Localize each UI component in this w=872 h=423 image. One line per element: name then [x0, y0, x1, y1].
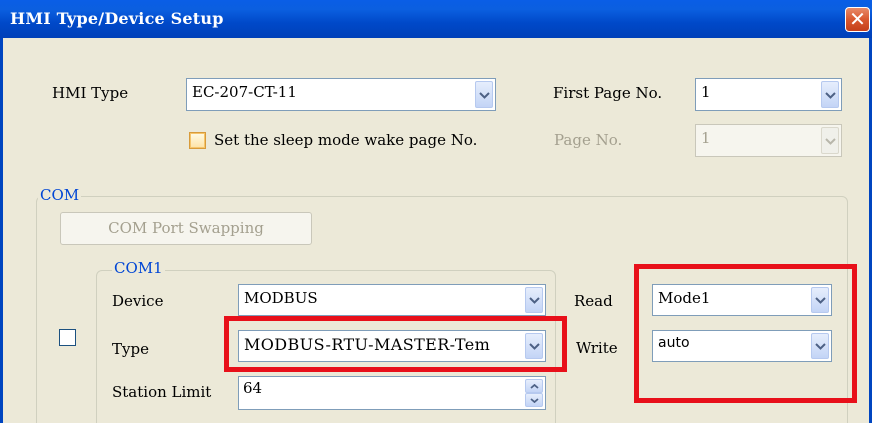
device-label: Device: [112, 292, 164, 310]
device-value: MODBUS: [244, 289, 318, 307]
title-bar: HMI Type/Device Setup ✕: [0, 0, 872, 38]
chevron-down-icon: [825, 91, 836, 99]
sleep-mode-checkbox[interactable]: [189, 132, 206, 149]
spin-down-icon: [530, 398, 539, 403]
read-write-highlight-box: [634, 264, 857, 403]
chevron-down-icon: [825, 137, 836, 145]
sleep-mode-label: Set the sleep mode wake page No.: [214, 131, 478, 149]
device-dropdown-button[interactable]: [525, 287, 543, 313]
close-icon: ✕: [849, 7, 866, 31]
device-select[interactable]: MODBUS: [238, 284, 546, 316]
com1-enable-checkbox[interactable]: [59, 329, 76, 346]
first-page-select[interactable]: 1: [695, 78, 842, 111]
page-no-label: Page No.: [554, 131, 623, 149]
hmi-type-select[interactable]: EC-207-CT-11: [186, 78, 496, 111]
type-highlight-box: [224, 316, 567, 372]
com1-group-title: COM1: [112, 259, 165, 277]
hmi-type-label: HMI Type: [52, 84, 129, 102]
com-group-title: COM: [38, 186, 82, 204]
window-title: HMI Type/Device Setup: [10, 9, 224, 28]
window-frame-left: [0, 38, 3, 423]
type-label: Type: [112, 340, 149, 358]
page-no-select[interactable]: 1: [695, 124, 842, 157]
first-page-value: 1: [701, 83, 711, 101]
spin-up-button[interactable]: [525, 379, 543, 393]
station-limit-label: Station Limit: [112, 383, 212, 401]
write-label: Write: [576, 339, 618, 357]
page-no-value: 1: [701, 129, 711, 147]
spin-down-button[interactable]: [525, 393, 543, 407]
station-limit-value: 64: [243, 379, 263, 397]
spin-up-icon: [530, 384, 539, 389]
page-no-dropdown-button[interactable]: [821, 127, 839, 154]
chevron-down-icon: [529, 297, 540, 304]
hmi-type-value: EC-207-CT-11: [192, 83, 297, 101]
spinner-buttons: [525, 379, 543, 407]
first-page-label: First Page No.: [553, 84, 663, 102]
first-page-dropdown-button[interactable]: [821, 81, 839, 108]
station-limit-spinner[interactable]: 64: [238, 376, 546, 410]
read-label: Read: [574, 292, 613, 310]
com-port-swapping-label: COM Port Swapping: [108, 219, 264, 237]
hmi-type-dropdown-button[interactable]: [475, 81, 493, 108]
chevron-down-icon: [479, 91, 490, 99]
com-port-swapping-button[interactable]: COM Port Swapping: [60, 212, 312, 245]
close-button[interactable]: ✕: [845, 7, 870, 32]
